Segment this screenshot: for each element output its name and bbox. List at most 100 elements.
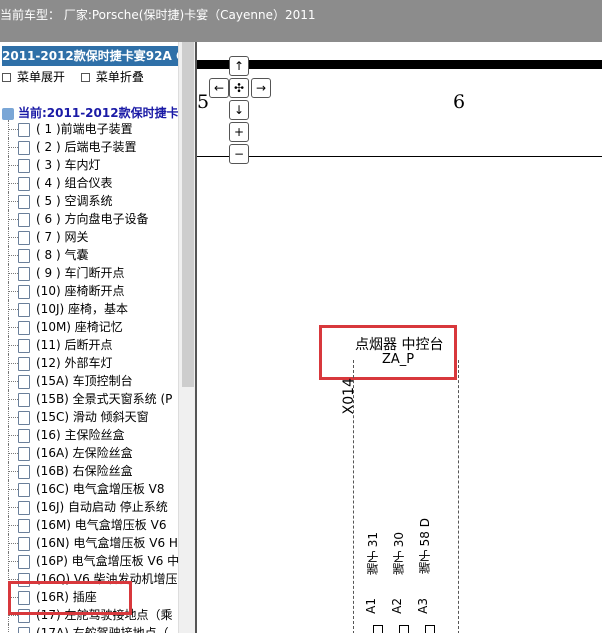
tree-item[interactable]: (16B) 右保险丝盒 [0,462,178,480]
tree-connector-line [8,381,18,382]
column-number-left: 5 [197,91,210,113]
tree-connector-line [8,579,18,580]
tree-item[interactable]: (16M) 电气盒增压板 V6 [0,516,178,534]
tree-item[interactable]: ( 7 ) 网关 [0,228,178,246]
pan-right-button[interactable]: → [251,78,271,98]
tree-item[interactable]: (11) 后断开点 [0,336,178,354]
tree-item-label: (15A) 车顶控制台 [36,374,133,388]
document-icon [18,411,30,425]
tree-item-label: (16M) 电气盒增压板 V6 [36,518,167,532]
document-icon [18,249,30,263]
tree-item[interactable]: (16P) 电气盒增压板 V6 中 [0,552,179,570]
wiring-diagram-canvas[interactable]: 5 6 ↑ ← ✣ → ↓ + − 点烟器 中控台 ZA_P X014 端子 3… [197,42,602,633]
zoom-out-button[interactable]: − [229,144,249,164]
pin-a2[interactable] [399,625,409,633]
document-icon [18,393,30,407]
document-icon [18,465,30,479]
tree-item[interactable]: ( 6 ) 方向盘电子设备 [0,210,178,228]
tree-item[interactable]: (10) 座椅断开点 [0,282,178,300]
tree-connector-line [8,435,18,436]
document-icon [18,177,30,191]
tree-connector-line [8,201,18,202]
document-icon [18,303,30,317]
document-icon [18,159,30,173]
tree-item-label: ( 4 ) 组合仪表 [36,176,113,190]
tree-item-label: (16C) 电气盒增压板 V8 [36,482,165,496]
tree-item[interactable]: (17A) 右舵驾驶接地点（ [0,624,178,633]
pin-label-a1: A1 [364,598,378,614]
tree-connector-line [8,165,18,166]
document-icon [18,285,30,299]
tree-item[interactable]: (15A) 车顶控制台 [0,372,178,390]
tree-item[interactable]: (16N) 电气盒增压板 V6 H [0,534,178,552]
square-icon [2,73,11,82]
tree-connector-line [8,615,18,616]
document-icon [18,375,30,389]
tree-connector-line [8,309,18,310]
zoom-in-button[interactable]: + [229,122,249,142]
document-icon [18,627,30,633]
tree-connector-line [8,129,18,130]
document-icon [18,231,30,245]
tree-item[interactable]: (10M) 座椅记忆 [0,318,178,336]
tree-item-label: ( 3 ) 车内灯 [36,158,101,172]
pin-a3[interactable] [425,625,435,633]
tree-list: ( 1 )前端电子装置 ( 2 ) 后端电子装置 ( 3 ) 车内灯 ( 4 ) 组合… [0,120,179,633]
tree-item-label: (12) 外部车灯 [36,356,113,370]
terminal-label-3: 端子 58 D [418,518,432,575]
tree-item-label: (10) 座椅断开点 [36,284,125,298]
tree-item[interactable]: ( 2 ) 后端电子装置 [0,138,178,156]
tree-item-label: (11) 后断开点 [36,338,113,352]
document-icon [18,123,30,137]
document-icon [18,447,30,461]
document-icon [18,537,30,551]
tree-item[interactable]: (12) 外部车灯 [0,354,178,372]
tree-item[interactable]: ( 4 ) 组合仪表 [0,174,178,192]
tree-item[interactable]: (16) 主保险丝盒 [0,426,178,444]
tree-connector-line [8,471,18,472]
tree-item-label: ( 9 ) 车门断开点 [36,266,125,280]
collapse-menu-button[interactable]: 菜单折叠 [80,70,150,84]
sidebar-scrollbar[interactable] [178,42,196,633]
tree-item[interactable]: ( 9 ) 车门断开点 [0,264,178,282]
document-icon [18,483,30,497]
component-outline [353,360,459,633]
pin-a1[interactable] [373,625,383,633]
tree-item[interactable]: (16C) 电气盒增压板 V8 [0,480,178,498]
tree-connector-line [8,489,18,490]
pan-down-button[interactable]: ↓ [229,100,249,120]
sidebar-title[interactable]: 2011-2012款保时捷卡宴92A C [2,46,178,66]
tree-item-label: (16B) 右保险丝盒 [36,464,133,478]
sidebar-tree-panel: 2011-2012款保时捷卡宴92A C 菜单展开 菜单折叠 当前:2011-2… [0,42,196,633]
document-icon [18,195,30,209]
tree-item[interactable]: ( 1 )前端电子装置 [0,120,178,138]
tree-root[interactable]: 当前:2011-2012款保时捷卡 [2,104,179,121]
document-icon [18,141,30,155]
tree-item[interactable]: (16A) 左保险丝盒 [0,444,178,462]
pan-center-button[interactable]: ✣ [229,78,249,98]
tree-item[interactable]: (10J) 座椅，基本 [0,300,178,318]
document-icon [18,555,30,569]
tree-connector-line [8,561,18,562]
tree-item-label: (17A) 右舵驾驶接地点（ [36,626,169,633]
tree-item[interactable]: (15B) 全景式天窗系统 (P [0,390,178,408]
pan-left-button[interactable]: ← [209,78,229,98]
tree-item-label: (16J) 自动启动 停止系统 [36,500,168,514]
tree-item[interactable]: ( 3 ) 车内灯 [0,156,178,174]
tree-item-label: (10J) 座椅，基本 [36,302,128,316]
tree-connector-line [8,255,18,256]
tree-item[interactable]: (15C) 滑动 倾斜天窗 [0,408,178,426]
scrollbar-thumb[interactable] [182,42,194,387]
expand-menu-button[interactable]: 菜单展开 [2,70,71,84]
tree-connector-line [8,327,18,328]
tree-item-label: ( 1 )前端电子装置 [36,122,133,136]
tree-item[interactable]: ( 5 ) 空调系统 [0,192,178,210]
selected-item-highlight [8,581,132,615]
document-icon [18,357,30,371]
tree-item-label: ( 6 ) 方向盘电子设备 [36,212,149,226]
tree-item[interactable]: ( 8 ) 气囊 [0,246,178,264]
pan-up-button[interactable]: ↑ [229,56,249,76]
tree-connector-line [8,453,18,454]
tree-item[interactable]: (16J) 自动启动 停止系统 [0,498,178,516]
tree-item-label: (16A) 左保险丝盒 [36,446,133,460]
